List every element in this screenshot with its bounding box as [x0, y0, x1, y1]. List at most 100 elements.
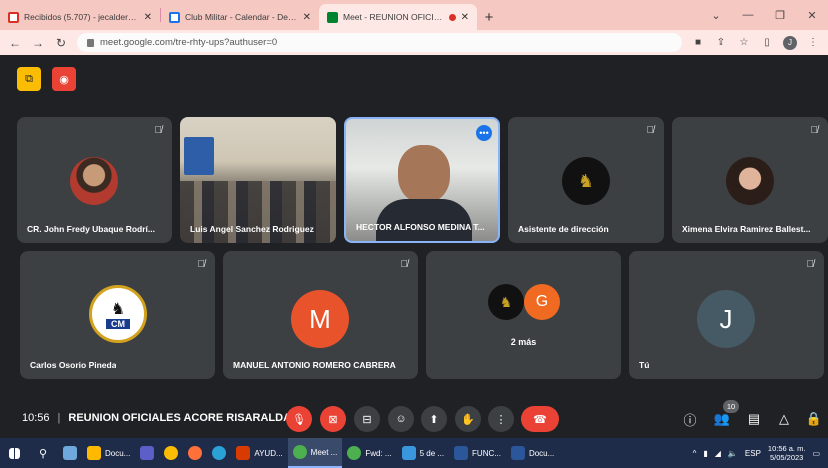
- close-icon[interactable]: ✕: [144, 12, 152, 23]
- present-info-button[interactable]: ⧉: [17, 67, 41, 91]
- avatar: ♞: [488, 284, 524, 320]
- chrome-icon: [292, 445, 307, 459]
- club-logo-avatar: ♞ CM: [89, 285, 147, 343]
- photo-icon: [401, 446, 416, 460]
- taskbar-item[interactable]: Docu...: [506, 438, 559, 468]
- emoji-button[interactable]: ☺: [388, 406, 414, 432]
- camera-off-button[interactable]: ⊠: [320, 406, 346, 432]
- self-tile[interactable]: 🎙̸ J Tú: [629, 251, 824, 379]
- more-participants-label: 2 más: [510, 337, 537, 347]
- calendar-icon: [169, 11, 180, 23]
- taskbar-label: Fwd: ...: [365, 448, 392, 458]
- tray-chevron-icon[interactable]: ^: [693, 449, 697, 458]
- participant-name: HECTOR ALFONSO MEDINA T...: [356, 222, 485, 232]
- tab-meet[interactable]: Meet - REUNION OFICIALES ✕: [319, 4, 477, 30]
- gmail-icon: [8, 11, 19, 23]
- recording-button[interactable]: ◉: [52, 67, 76, 91]
- taskbar-item[interactable]: 5 de ...: [397, 438, 449, 468]
- video-feed-suit: [376, 199, 472, 241]
- participant-tile[interactable]: 🎙̸ ♞ CM Carlos Osorio Pineda: [20, 251, 215, 379]
- info-icon[interactable]: ⓘ: [680, 409, 700, 429]
- close-icon[interactable]: ✕: [461, 12, 469, 23]
- reload-icon[interactable]: ↻: [54, 36, 68, 50]
- volume-icon[interactable]: 🔈: [728, 449, 738, 458]
- participant-tile-video[interactable]: Luis Angel Sanchez Rodriguez: [180, 117, 336, 243]
- more-vert-icon[interactable]: ⋮: [806, 37, 820, 48]
- host-controls-icon[interactable]: 🔒: [804, 409, 824, 429]
- battery-icon[interactable]: ▮: [703, 449, 707, 458]
- meeting-time: 10:56: [22, 412, 50, 424]
- participant-tile[interactable]: 🎙̸ Ximena Elvira Ramirez Ballest...: [672, 117, 828, 243]
- activities-icon[interactable]: △: [774, 409, 794, 429]
- taskbar-item[interactable]: Docu...: [82, 438, 135, 468]
- teams-icon: [140, 446, 155, 460]
- close-window-icon[interactable]: ✕: [796, 9, 828, 22]
- chrome-icon: [347, 446, 362, 460]
- new-tab-button[interactable]: +: [477, 4, 501, 30]
- firefox-icon: [188, 446, 203, 460]
- more-participants-tile[interactable]: ♞ G 2 más: [426, 251, 621, 379]
- profile-avatar[interactable]: J: [783, 35, 797, 50]
- video-feed-speaker: [398, 145, 450, 203]
- tab-title: Meet - REUNION OFICIALES: [343, 12, 444, 22]
- participant-tile[interactable]: 🎙̸ ♞ Asistente de dirección: [508, 117, 664, 243]
- forward-icon[interactable]: →: [31, 36, 45, 50]
- folder-icon: [87, 446, 101, 460]
- close-icon[interactable]: ✕: [303, 12, 311, 23]
- taskbar-app[interactable]: [159, 438, 183, 468]
- participant-tile[interactable]: 🎙̸ M MANUEL ANTONIO ROMERO CABRERA: [223, 251, 418, 379]
- mic-off-icon: 🎙̸: [806, 259, 815, 270]
- camera-icon[interactable]: ■: [691, 37, 705, 48]
- star-icon[interactable]: ☆: [737, 37, 751, 48]
- participant-name: CR. John Fredy Ubaque Rodrí...: [27, 224, 155, 234]
- participant-tile[interactable]: 🎙̸ CR. John Fredy Ubaque Rodrí...: [17, 117, 172, 243]
- tab-calendar[interactable]: Club Militar - Calendar - Detalles ✕: [161, 4, 319, 30]
- meeting-title: REUNION OFICIALES ACORE RISARALDA: [68, 412, 292, 424]
- notifications-icon[interactable]: ▭: [812, 449, 820, 458]
- meeting-info: 10:56 | REUNION OFICIALES ACORE RISARALD…: [22, 412, 291, 424]
- taskbar-item[interactable]: AYUD...: [231, 438, 287, 468]
- taskbar-item-active[interactable]: Meet ...: [287, 438, 343, 468]
- present-button[interactable]: ⬆: [421, 406, 447, 432]
- restore-icon[interactable]: ❐: [764, 9, 796, 22]
- sidepanel-icon[interactable]: ▯: [760, 37, 774, 48]
- search-button[interactable]: ⚲: [28, 438, 58, 468]
- tab-gmail[interactable]: Recibidos (5.707) - jecalderon@c ✕: [0, 4, 160, 30]
- taskbar-label: Meet ...: [310, 447, 338, 457]
- task-view-button[interactable]: [58, 438, 82, 468]
- participant-name: MANUEL ANTONIO ROMERO CABRERA: [233, 360, 396, 370]
- mic-off-button[interactable]: 🎙: [286, 406, 312, 432]
- leave-call-button[interactable]: ☎: [521, 406, 559, 432]
- start-button[interactable]: [0, 438, 28, 468]
- more-options-icon[interactable]: •••: [476, 125, 492, 141]
- participant-tile-active[interactable]: ••• HECTOR ALFONSO MEDINA T...: [344, 117, 500, 243]
- participant-name: Carlos Osorio Pineda: [30, 360, 117, 370]
- share-icon[interactable]: ⇪: [714, 37, 728, 48]
- raise-hand-button[interactable]: ✋: [455, 406, 481, 432]
- mic-off-icon: 🎙̸: [810, 125, 819, 136]
- more-options-button[interactable]: ⋮: [488, 406, 514, 432]
- avatar: J: [697, 290, 755, 348]
- taskbar-label: Docu...: [105, 448, 131, 458]
- back-icon[interactable]: ←: [8, 36, 22, 50]
- participant-name: Luis Angel Sanchez Rodriguez: [190, 224, 314, 234]
- meet-icon: [327, 11, 338, 23]
- minimize-icon[interactable]: —: [732, 9, 764, 21]
- taskbar-app[interactable]: [207, 438, 231, 468]
- taskbar-label: 5 de ...: [419, 448, 445, 458]
- taskbar-app[interactable]: [183, 438, 207, 468]
- taskbar-app[interactable]: [135, 438, 159, 468]
- taskbar-item[interactable]: Fwd: ...: [342, 438, 396, 468]
- network-icon[interactable]: ◢: [715, 449, 721, 458]
- language-indicator[interactable]: ESP: [745, 449, 761, 458]
- chat-icon[interactable]: ▤: [744, 409, 764, 429]
- taskbar: ⚲ Docu... AYUD... Meet ... Fwd: ... 5 de…: [0, 438, 828, 468]
- taskbar-label: Docu...: [528, 448, 555, 458]
- chevron-down-icon[interactable]: ⌄: [700, 9, 732, 22]
- clock[interactable]: 10:56 a. m. 5/05/2023: [768, 444, 806, 462]
- captions-button[interactable]: ⊟: [354, 406, 380, 432]
- taskbar-item[interactable]: FUNC...: [449, 438, 506, 468]
- lock-icon: [87, 38, 94, 47]
- url-field[interactable]: meet.google.com/tre-rhty-ups?authuser=0: [77, 33, 682, 52]
- url-text: meet.google.com/tre-rhty-ups?authuser=0: [100, 37, 278, 48]
